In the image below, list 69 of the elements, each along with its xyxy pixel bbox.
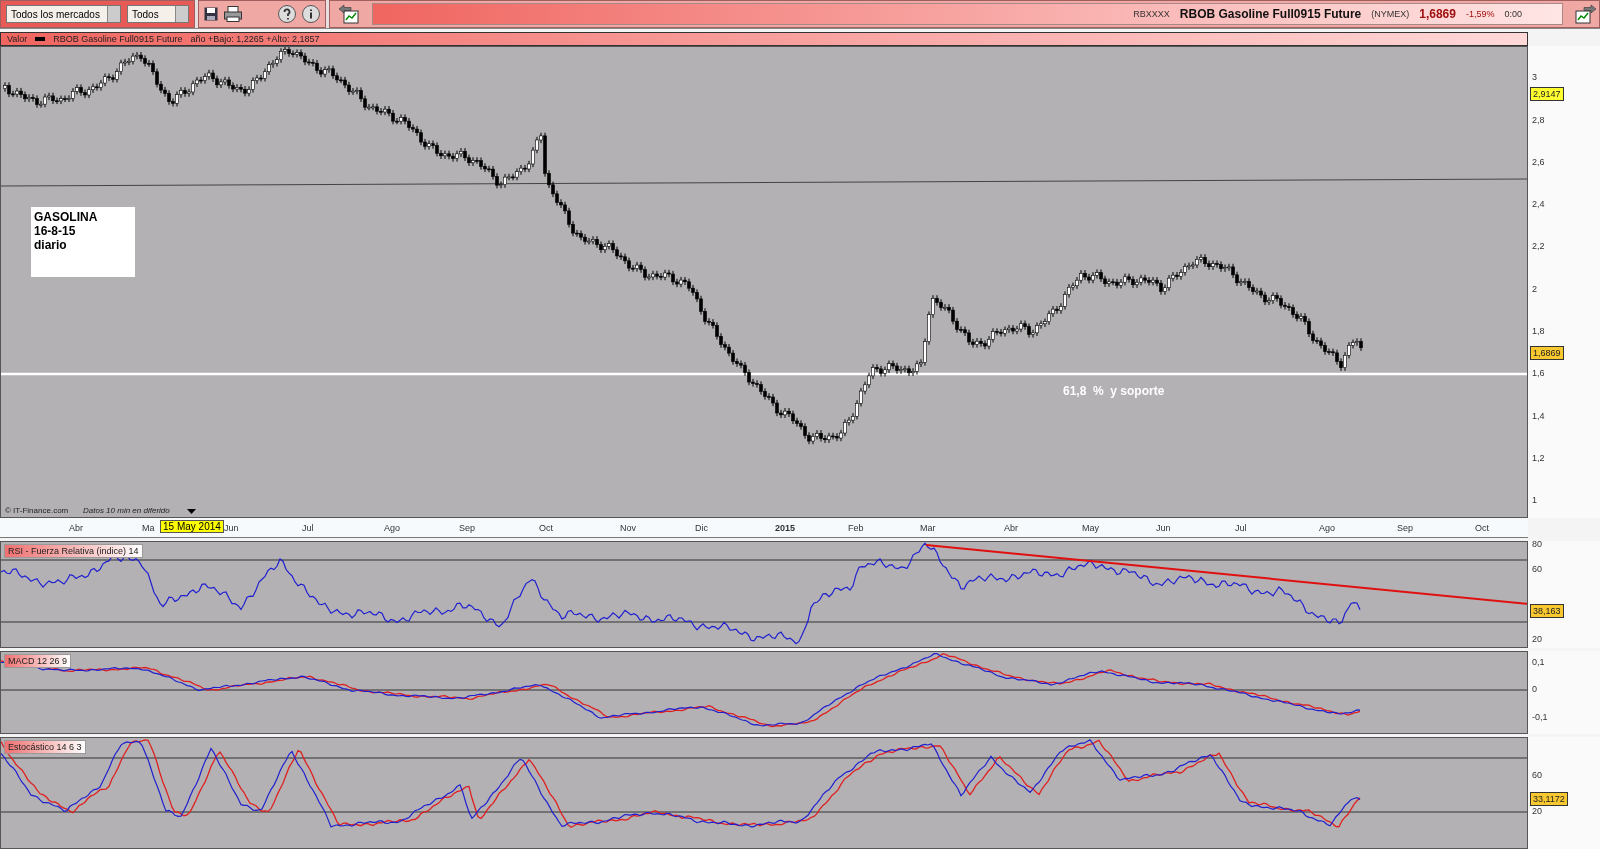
month-label: Feb — [848, 523, 864, 534]
axis-label: 1,8 — [1532, 326, 1545, 336]
month-label: Oct — [1475, 523, 1489, 534]
legend-series: RBOB Gasoline Full0915 Future — [53, 34, 183, 45]
month-label: Mar — [920, 523, 936, 534]
chart-export-icon[interactable] — [1575, 4, 1597, 24]
axis-label: 60 — [1532, 770, 1542, 780]
price-tag: 2,9147 — [1530, 87, 1564, 102]
axis-label: 2,8 — [1532, 114, 1545, 125]
axis-label: 1,6 — [1532, 368, 1545, 379]
axis-label: 0,1 — [1532, 657, 1545, 667]
help-icon[interactable] — [278, 5, 296, 23]
axis-label: 2,6 — [1532, 156, 1545, 167]
month-label: 2015 — [775, 523, 796, 534]
series-swatch-icon — [35, 37, 46, 42]
note-card: GASOLINA 16-8-15 diario — [31, 207, 135, 278]
month-label: Jul — [302, 523, 314, 534]
source-credit: © IT-Finance.com — [5, 506, 69, 516]
market-select[interactable]: Todos los mercados — [6, 5, 121, 23]
quote-exchange: (NYMEX) — [1371, 9, 1410, 19]
save-icon[interactable] — [204, 7, 218, 21]
quote-price: 1,6869 — [1419, 7, 1456, 21]
month-label: May — [1082, 523, 1099, 534]
price-tag: 1,6869 — [1530, 346, 1564, 361]
month-label: Abr — [1004, 523, 1018, 534]
info-icon[interactable] — [302, 5, 320, 23]
dropdown-caret-icon[interactable] — [187, 509, 196, 515]
month-label: Ago — [1319, 523, 1335, 534]
month-label: Dic — [695, 523, 708, 534]
axis-label: 0 — [1532, 684, 1537, 694]
legend-range: año +Bajo: 1,2265 +Alto: 2,1857 — [190, 34, 320, 45]
axis-label: 80 — [1532, 539, 1542, 549]
indicator-title: MACD 12 26 9 — [4, 654, 72, 668]
month-label: Oct — [539, 523, 553, 534]
chart-annotation: 61,8 % y soporte — [1063, 384, 1165, 399]
axis-label: 2,4 — [1532, 199, 1545, 210]
date-tooltip: 15 May 2014 — [160, 520, 224, 534]
month-label: Jun — [224, 523, 239, 534]
quote-time: 0:00 — [1504, 9, 1522, 19]
month-label: Jul — [1235, 523, 1247, 534]
value-tag: 33,1172 — [1530, 792, 1568, 806]
axis-label: 60 — [1532, 564, 1542, 574]
axis-label: -0,1 — [1532, 712, 1548, 722]
chart-back-icon[interactable] — [338, 4, 360, 24]
value-tag: 38,163 — [1530, 604, 1564, 618]
month-label: Nov — [620, 523, 636, 534]
indicator-title: RSI - Fuerza Relativa (indice) 14 — [4, 544, 143, 558]
axis-label: 1 — [1532, 495, 1537, 506]
month-label: Sep — [459, 523, 475, 534]
print-icon[interactable] — [224, 6, 242, 22]
legend-label: Valor — [7, 34, 28, 45]
axis-label: 3 — [1532, 72, 1537, 83]
month-label: Ma — [142, 523, 155, 534]
indicator-title: Estocástico 14 6 3 — [4, 740, 86, 754]
axis-label: 1,4 — [1532, 410, 1545, 421]
month-label: Jun — [1156, 523, 1171, 534]
month-label: Abr — [69, 523, 83, 534]
axis-label: 20 — [1532, 634, 1542, 644]
axis-label: 1,2 — [1532, 452, 1545, 463]
axis-label: 20 — [1532, 806, 1542, 816]
quote-name: RBOB Gasoline Full0915 Future — [1179, 7, 1362, 21]
quote-symbol: RBXXXX — [1133, 9, 1170, 19]
axis-label: 2,2 — [1532, 241, 1545, 252]
type-select[interactable]: Todos — [127, 5, 189, 23]
axis-label: 2 — [1532, 283, 1537, 294]
delay-notice: Datos 10 min en diferido — [83, 506, 170, 516]
quote-change: -1,59% — [1465, 9, 1495, 19]
month-label: Ago — [384, 523, 400, 534]
month-label: Sep — [1397, 523, 1413, 534]
